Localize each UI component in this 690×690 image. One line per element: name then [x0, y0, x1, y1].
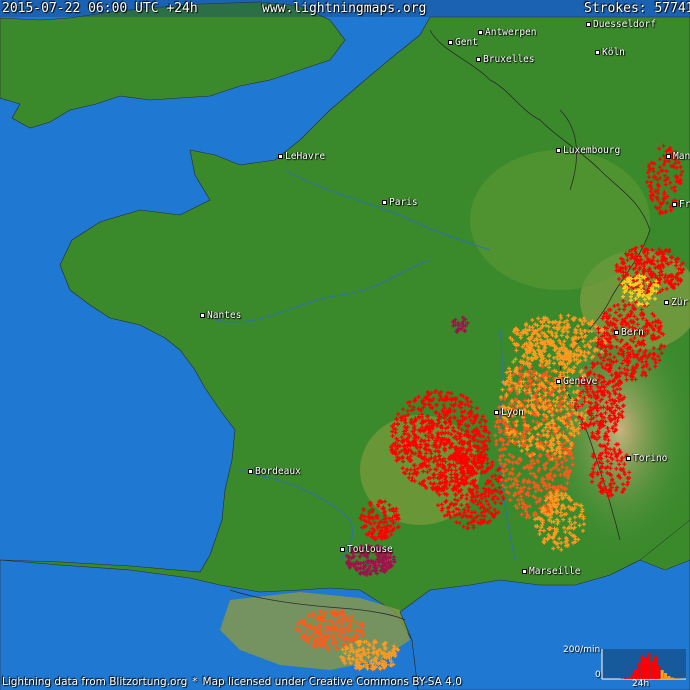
square-dot-icon [626, 456, 631, 461]
city-label: Zür [671, 297, 689, 308]
strokes-count: 57741 [654, 1, 690, 16]
timestamp: 2015-07-22 06:00 UTC +24h [2, 1, 198, 16]
histogram-bar [634, 670, 638, 679]
map-license[interactable]: Map licensed under Creative Commons BY-S… [203, 676, 462, 688]
histogram-bar [630, 674, 634, 679]
city-torino: Torino [626, 454, 667, 464]
histogram-bar [654, 656, 658, 679]
city-label: Paris [389, 197, 418, 208]
site-link[interactable]: www.lightningmaps.org [262, 0, 426, 17]
map-canvas[interactable] [0, 0, 690, 690]
histogram-bar [640, 655, 644, 679]
footer-credit: Lightning data from Blitzortung.org * Map … [2, 676, 462, 688]
city-label: Nantes [207, 310, 242, 321]
square-dot-icon [340, 547, 345, 552]
square-dot-icon [248, 469, 253, 474]
square-dot-icon [595, 50, 600, 55]
square-dot-icon [666, 154, 671, 159]
square-dot-icon [614, 330, 619, 335]
histogram-bar [650, 661, 654, 679]
city-frankfurt: Fr [672, 200, 690, 210]
city-bordeaux: Bordeaux [248, 467, 301, 477]
city-label: Fr [679, 199, 690, 210]
square-dot-icon [586, 22, 591, 27]
city-bruxelles: Bruxelles [476, 55, 534, 65]
square-dot-icon [664, 300, 669, 305]
footer-separator: * [192, 676, 198, 688]
city-paris: Paris [382, 198, 418, 208]
city-label: Marseille [529, 566, 581, 577]
city-label: Bruxelles [483, 54, 535, 65]
city-toulouse: Toulouse [340, 545, 393, 555]
square-dot-icon [494, 410, 499, 415]
strike-rate-histogram [601, 649, 686, 680]
city-luxembourg: Luxembourg [556, 146, 620, 156]
histogram-bar [670, 677, 674, 679]
city-label: Bern [621, 327, 644, 338]
lightning-map: 2015-07-22 06:00 UTC +24h www.lightningm… [0, 0, 690, 690]
city-antwerpen: Antwerpen [478, 28, 536, 38]
square-dot-icon [672, 202, 677, 207]
city-lyon: Lyon [494, 408, 524, 418]
data-credit[interactable]: Lightning data from Blitzortung.org [2, 676, 187, 688]
city-mannheim: Man [666, 152, 690, 162]
city-label: Duesseldorf [593, 19, 656, 30]
strokes-label: Strokes: [584, 1, 647, 16]
city-label: Antwerpen [485, 27, 537, 38]
histogram-bar [664, 673, 668, 679]
histogram-bar [657, 665, 661, 679]
square-dot-icon [382, 200, 387, 205]
histogram-bar [637, 662, 641, 679]
city-label: Torino [633, 453, 668, 464]
square-dot-icon [278, 154, 283, 159]
city-label: Toulouse [347, 544, 393, 555]
histogram-bar [674, 678, 678, 679]
square-dot-icon [522, 569, 527, 574]
city-label: Man [673, 151, 690, 162]
city-label: Genève [563, 376, 598, 387]
city-label: Bordeaux [255, 466, 301, 477]
city-marseille: Marseille [522, 567, 580, 577]
histogram-bar [627, 677, 631, 679]
square-dot-icon [448, 40, 453, 45]
histogram-bar [624, 678, 628, 679]
city-label: Lyon [501, 407, 524, 418]
square-dot-icon [556, 148, 561, 153]
city-bern: Bern [614, 328, 644, 338]
square-dot-icon [200, 313, 205, 318]
strokes-counter: Strokes: 57741 [584, 0, 690, 17]
histogram-bar [667, 676, 671, 679]
city-geneve: Genève [556, 377, 597, 387]
city-label: Gent [455, 37, 478, 48]
histogram-bar [660, 670, 664, 679]
city-label: LeHavre [285, 151, 326, 162]
histogram-bar [647, 652, 651, 679]
square-dot-icon [478, 30, 483, 35]
city-zurich: Zür [664, 298, 688, 308]
city-nantes: Nantes [200, 311, 241, 321]
city-gent: Gent [448, 38, 478, 48]
square-dot-icon [556, 379, 561, 384]
city-label: Luxembourg [563, 145, 621, 156]
city-label: Köln [602, 47, 625, 58]
city-koeln: Köln [595, 48, 625, 58]
histogram-bar [644, 658, 648, 679]
square-dot-icon [476, 57, 481, 62]
city-lehavre: LeHavre [278, 152, 325, 162]
city-duesseldorf: Duesseldorf [586, 20, 656, 30]
